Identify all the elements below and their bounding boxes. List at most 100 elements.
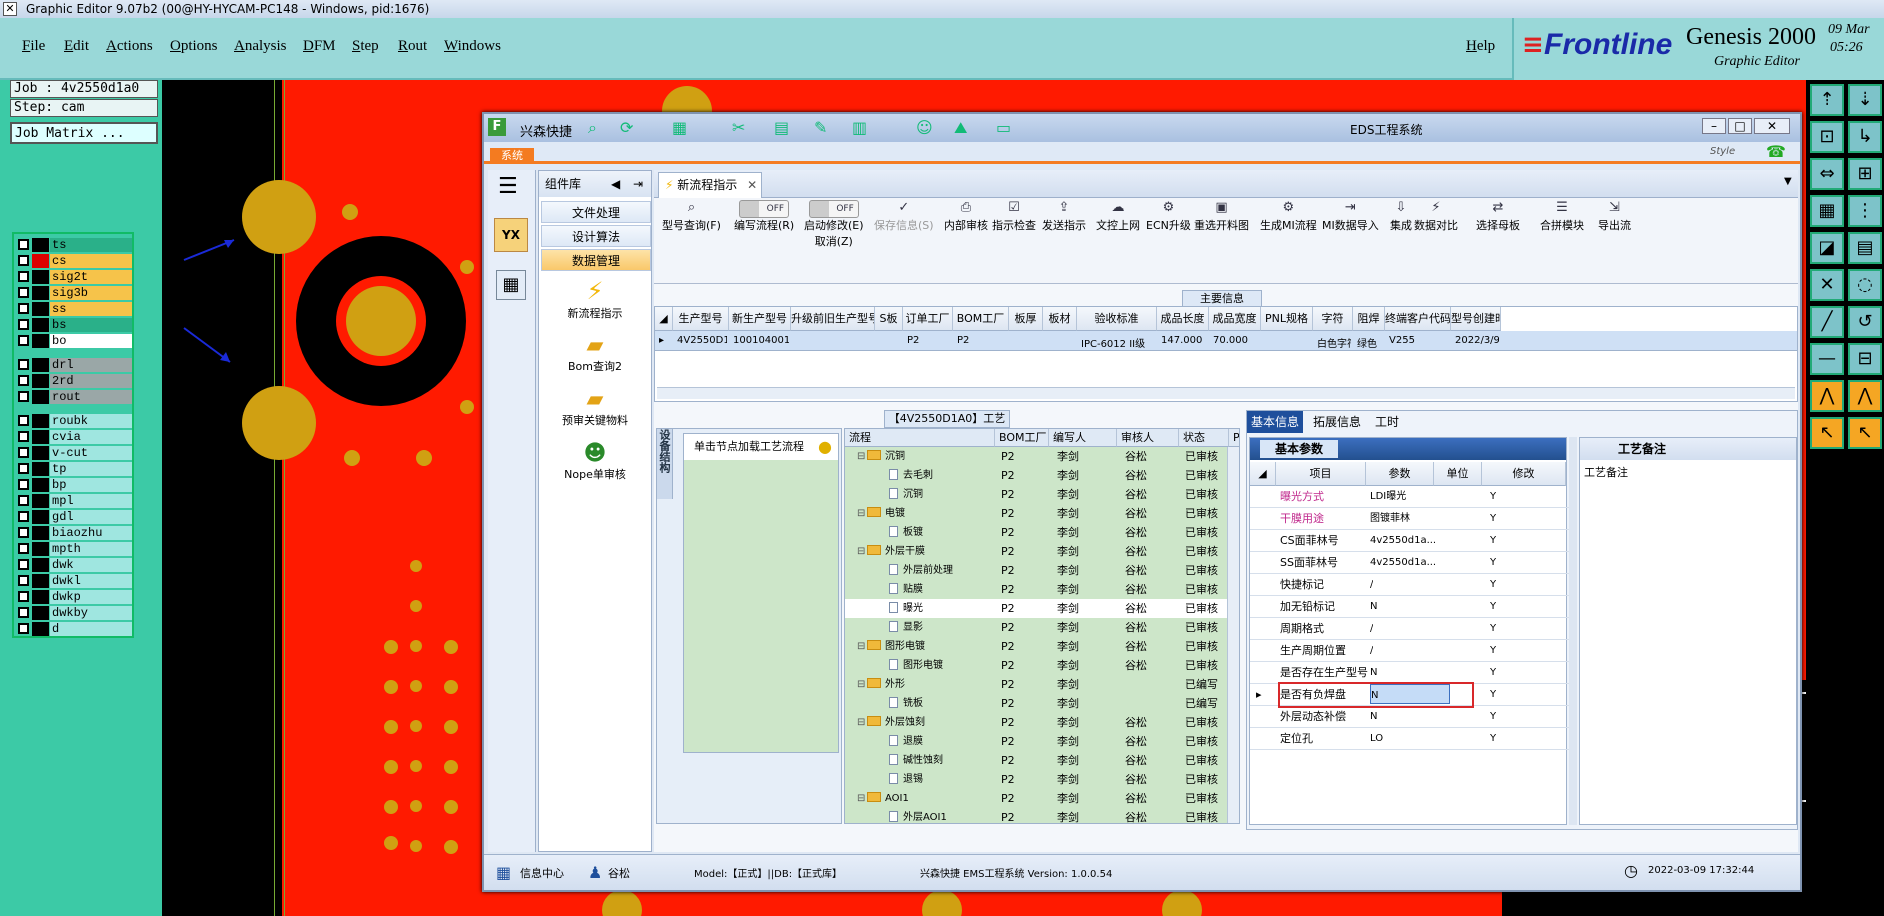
process-tree[interactable]: 流程BOM工厂编写人审核人状态PP⊟沉铜P2李剑谷松已审核去毛刺P2李剑谷松已审…: [844, 428, 1240, 824]
param-row[interactable]: 定位孔 LO Y: [1250, 728, 1570, 750]
param-row[interactable]: 外层动态补偿 N Y: [1250, 706, 1570, 728]
tool-button-icon[interactable]: ⋀: [1810, 380, 1844, 412]
ribbon-button[interactable]: OFF 启动修改(E) 取消(Z): [804, 200, 864, 250]
layer-checkbox[interactable]: [18, 623, 29, 634]
layer-row[interactable]: bp: [16, 478, 132, 492]
layer-row[interactable]: sig2t: [16, 270, 132, 284]
tree-row[interactable]: ⊟ 电镀 P2 李剑 谷松 已审核: [845, 504, 1239, 523]
tree-row[interactable]: 铣板 P2 李剑 已编写: [845, 694, 1239, 713]
tool-bom-query[interactable]: ▰ Bom查询2: [539, 333, 651, 374]
dock-icon[interactable]: ⇥: [633, 171, 643, 197]
tree-row[interactable]: 去毛刺 P2 李剑 谷松 已审核: [845, 466, 1239, 485]
layer-row[interactable]: mpl: [16, 494, 132, 508]
horizontal-scrollbar[interactable]: [657, 387, 1795, 399]
calculator-icon[interactable]: ▦: [496, 270, 526, 300]
param-row[interactable]: SS面菲林号 4v2550d1a... Y: [1250, 552, 1570, 574]
layer-name[interactable]: cs: [50, 254, 132, 268]
main-info-table[interactable]: ◢ 生产型号 新生产型号 升级前旧生产型号 S板 订单工厂 BOM工厂 板厚 板材 验收标准 成品长…: [654, 306, 1798, 402]
layer-checkbox[interactable]: [18, 543, 29, 554]
table-header[interactable]: 成品长度: [1157, 307, 1209, 331]
ribbon-button[interactable]: ⇄ 选择母板: [1476, 200, 1520, 234]
tool-button-icon[interactable]: ◪: [1810, 232, 1844, 264]
menu-step[interactable]: Step: [352, 38, 379, 55]
param-header[interactable]: 单位: [1434, 462, 1482, 486]
job-matrix-button[interactable]: Job Matrix ...: [10, 122, 158, 144]
edit-icon[interactable]: ✎: [814, 118, 827, 137]
table-header[interactable]: 终端客户代码: [1385, 307, 1451, 331]
tree-expander-icon[interactable]: ⊟: [857, 637, 865, 656]
ribbon-button[interactable]: ▣ 重选开料图: [1194, 200, 1249, 234]
table-icon[interactable]: ▤: [774, 118, 789, 137]
comp-item-algorithm[interactable]: 设计算法: [541, 225, 651, 247]
search-icon[interactable]: ⌕: [588, 118, 597, 138]
menu-rout[interactable]: Rout: [398, 38, 427, 55]
layer-name[interactable]: 2rd: [50, 374, 132, 388]
refresh-icon[interactable]: ⟳: [620, 118, 633, 137]
menu-icon[interactable]: ☰: [498, 176, 518, 198]
style-label[interactable]: Style: [1710, 146, 1735, 157]
layer-name[interactable]: rout: [50, 390, 132, 404]
param-row[interactable]: 曝光方式 LDI曝光 Y: [1250, 486, 1570, 508]
ribbon-button[interactable]: ⎙ 内部审核: [944, 200, 988, 234]
ribbon-button[interactable]: ⇲ 导出流: [1598, 200, 1631, 234]
layer-row[interactable]: bo: [16, 334, 132, 348]
menu-edit[interactable]: Edit: [64, 38, 89, 55]
layer-checkbox[interactable]: [18, 431, 29, 442]
tool-button-icon[interactable]: ⋮: [1848, 195, 1882, 227]
layer-checkbox[interactable]: [18, 335, 29, 346]
tree-header[interactable]: 流程: [845, 429, 995, 447]
chevron-down-icon[interactable]: ▼: [1784, 176, 1792, 187]
param-value[interactable]: 图镀菲林: [1370, 508, 1410, 530]
layer-name[interactable]: dwk: [50, 558, 132, 572]
tree-row[interactable]: 曝光 P2 李剑 谷松 已审核: [845, 599, 1239, 618]
layer-row[interactable]: dwkl: [16, 574, 132, 588]
layer-name[interactable]: bs: [50, 318, 132, 332]
comp-item-data[interactable]: 数据管理: [541, 249, 651, 271]
user-icon[interactable]: ☺: [916, 118, 933, 137]
layer-checkbox[interactable]: [18, 239, 29, 250]
param-value[interactable]: /: [1370, 640, 1373, 662]
table-header[interactable]: S板: [875, 307, 903, 331]
layer-name[interactable]: biaozhu: [50, 526, 132, 540]
grid-icon[interactable]: ▦: [672, 118, 687, 137]
param-value[interactable]: N: [1370, 706, 1377, 728]
tree-row[interactable]: 沉铜 P2 李剑 谷松 已审核: [845, 485, 1239, 504]
tool-button-icon[interactable]: ⇔: [1810, 158, 1844, 190]
layer-row[interactable]: bs: [16, 318, 132, 332]
toggle-off-icon[interactable]: OFF: [739, 200, 790, 218]
tree-row[interactable]: 板镀 P2 李剑 谷松 已审核: [845, 523, 1239, 542]
param-row[interactable]: 是否存在生产型号 N Y: [1250, 662, 1570, 684]
tab-extend-info[interactable]: 拓展信息: [1309, 411, 1365, 433]
tree-row[interactable]: 退锡 P2 李剑 谷松 已审核: [845, 770, 1239, 789]
tree-header[interactable]: 审核人: [1117, 429, 1179, 447]
layer-row[interactable]: cvia: [16, 430, 132, 444]
layer-checkbox[interactable]: [18, 255, 29, 266]
tool-button-icon[interactable]: ╱: [1810, 306, 1844, 338]
layer-row[interactable]: gdl: [16, 510, 132, 524]
grid-icon[interactable]: ▦: [496, 863, 511, 882]
layer-row[interactable]: biaozhu: [16, 526, 132, 540]
layer-checkbox[interactable]: [18, 527, 29, 538]
table-header[interactable]: 阻焊: [1353, 307, 1385, 331]
table-header[interactable]: 订单工厂: [903, 307, 953, 331]
layer-row[interactable]: dwk: [16, 558, 132, 572]
layer-name[interactable]: cvia: [50, 430, 132, 444]
param-header[interactable]: 修改: [1482, 462, 1566, 486]
table-header[interactable]: 验收标准: [1077, 307, 1157, 331]
tree-row[interactable]: ⊟ AOI1 P2 李剑 谷松 已审核: [845, 789, 1239, 808]
layer-checkbox[interactable]: [18, 271, 29, 282]
layer-row[interactable]: sig3b: [16, 286, 132, 300]
layer-checkbox[interactable]: [18, 575, 29, 586]
layer-checkbox[interactable]: [18, 479, 29, 490]
ribbon-button[interactable]: ☰ 合拼模块: [1540, 200, 1584, 234]
load-hint[interactable]: 单击节点加载工艺流程 ●: [684, 434, 838, 460]
layer-row[interactable]: ts: [16, 238, 132, 252]
param-row[interactable]: 生产周期位置 / Y: [1250, 640, 1570, 662]
param-value[interactable]: N: [1370, 662, 1377, 684]
tree-expander-icon[interactable]: ⊟: [857, 447, 865, 466]
layer-checkbox[interactable]: [18, 391, 29, 402]
layer-name[interactable]: ss: [50, 302, 132, 316]
layer-row[interactable]: drl: [16, 358, 132, 372]
layer-row[interactable]: mpth: [16, 542, 132, 556]
table-header[interactable]: 字符: [1313, 307, 1353, 331]
